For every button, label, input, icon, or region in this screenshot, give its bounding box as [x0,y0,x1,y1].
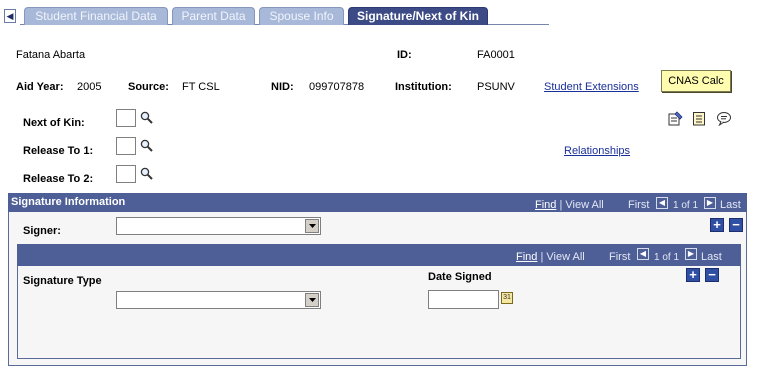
signature-type-grid-nav: Find | View All [516,251,585,263]
signature-grid-nav: Find | View All [535,199,604,211]
signature-grid-find-link[interactable]: Find [535,199,556,211]
signer-label: Signer: [23,225,61,237]
chevron-down-icon[interactable] [305,293,319,307]
signature-grid-view-all[interactable]: View All [565,199,603,211]
signer-select[interactable] [116,217,321,235]
signature-type-grid-prev-icon[interactable]: ◀ [637,248,649,260]
institution-value: PSUNV [477,81,515,93]
release-to-2-input[interactable] [116,165,136,183]
release-to-2-lookup-magnifier-icon[interactable] [140,167,153,180]
signature-type-grid-next-icon[interactable]: ▶ [685,248,697,260]
signature-type-grid-first[interactable]: First [609,251,630,263]
signature-type-grid-last[interactable]: Last [701,251,722,263]
notepad-icon[interactable] [692,111,706,126]
signature-type-select[interactable] [116,291,321,309]
signature-grid-count: 1 of 1 [673,200,699,211]
calendar-icon[interactable]: 31 [501,292,513,304]
signature-grid-prev-icon[interactable]: ◀ [656,197,668,209]
tab-scroll-left-icon[interactable]: ◀ [4,9,16,23]
institution-label: Institution: [395,81,452,93]
date-signed-input[interactable] [428,290,499,309]
signature-delete-row-icon[interactable]: − [729,218,743,232]
signature-type-add-row-icon[interactable]: + [686,268,700,282]
release-to-2-label: Release To 2: [23,173,94,185]
signature-type-label: Signature Type [23,275,102,287]
source-label: Source: [128,81,169,93]
tab-signature-next-of-kin[interactable]: Signature/Next of Kin [348,7,488,25]
signature-add-row-icon[interactable]: + [710,218,724,232]
signature-type-delete-row-icon[interactable]: − [705,268,719,282]
edit-note-icon[interactable] [668,111,683,126]
next-of-kin-input[interactable] [116,109,136,127]
nid-label: NID: [271,81,294,93]
comment-icon[interactable] [716,111,732,126]
relationships-link[interactable]: Relationships [564,145,630,157]
signature-type-grid-find-link[interactable]: Find [516,251,537,263]
tab-parent-data[interactable]: Parent Data [172,7,255,25]
source-value: FT CSL [182,81,220,93]
nid-value: 099707878 [309,81,365,93]
aid-year-value: 2005 [77,81,102,93]
release-to-1-label: Release To 1: [23,145,94,157]
signature-type-grid-view-all[interactable]: View All [546,251,584,263]
student-name: Fatana Abarta [16,49,86,61]
signature-type-grid-header [17,244,741,266]
next-of-kin-lookup-magnifier-icon[interactable] [140,111,153,124]
tab-student-financial-data[interactable]: Student Financial Data [24,7,168,25]
release-to-1-lookup-magnifier-icon[interactable] [140,139,153,152]
id-label: ID: [397,49,412,61]
signature-grid-next-icon[interactable]: ▶ [704,197,716,209]
release-to-1-input[interactable] [116,137,136,155]
cnas-calc-button[interactable]: CNAS Calc [661,70,731,92]
signature-information-title: Signature Information [11,196,126,208]
signature-grid-last[interactable]: Last [720,199,741,211]
next-of-kin-label: Next of Kin: [23,117,85,129]
chevron-down-icon[interactable] [305,219,319,233]
signature-type-grid-count: 1 of 1 [654,252,680,263]
tab-spouse-info[interactable]: Spouse Info [259,7,344,25]
date-signed-label: Date Signed [428,271,492,283]
id-value: FA0001 [477,49,515,61]
aid-year-label: Aid Year: [16,81,64,93]
signature-grid-first[interactable]: First [628,199,649,211]
student-extensions-link[interactable]: Student Extensions [544,81,639,93]
